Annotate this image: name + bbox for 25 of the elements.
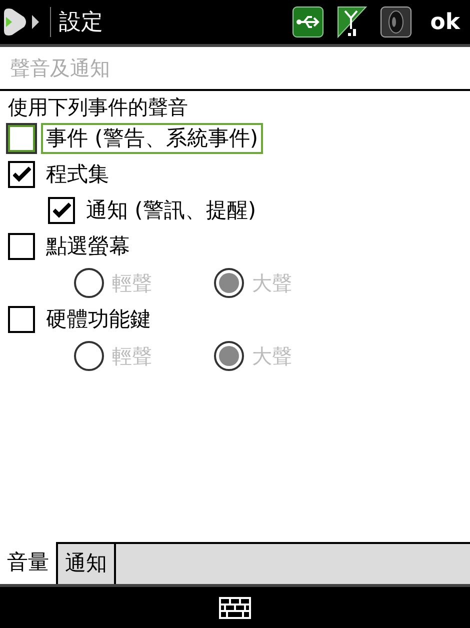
- radio-label: 大聲: [252, 270, 292, 296]
- radio-label: 輕聲: [112, 270, 152, 296]
- checkbox[interactable]: [8, 306, 35, 332]
- checkbox[interactable]: [48, 196, 75, 224]
- checkbox-label: 通知 (警訊、提醒): [85, 196, 258, 224]
- signal-icon: [336, 5, 368, 39]
- speaker-icon: [380, 6, 412, 38]
- keyboard-icon[interactable]: [219, 596, 251, 618]
- checkmark-icon: [12, 166, 30, 182]
- checkbox-label: 事件 (警告、系統事件): [41, 122, 264, 154]
- checkbox-label: 程式集: [45, 160, 110, 188]
- radio-label: 大聲: [252, 342, 292, 370]
- radio-label: 輕聲: [112, 342, 152, 370]
- checkbox[interactable]: [8, 160, 35, 188]
- checkbox-label: 硬體功能鍵: [45, 306, 152, 332]
- checkbox-label: 點選螢幕: [45, 232, 131, 260]
- tab[interactable]: 音量: [0, 542, 58, 584]
- section-label: 使用下列事件的聲音: [8, 94, 189, 120]
- checkbox[interactable]: [8, 124, 35, 152]
- page-header: 聲音及通知: [10, 55, 110, 82]
- checkbox[interactable]: [8, 232, 35, 260]
- checkmark-icon: [52, 202, 70, 218]
- window-title: 設定: [59, 8, 103, 36]
- ok-button[interactable]: ok: [430, 6, 460, 38]
- usb-icon: [292, 6, 324, 38]
